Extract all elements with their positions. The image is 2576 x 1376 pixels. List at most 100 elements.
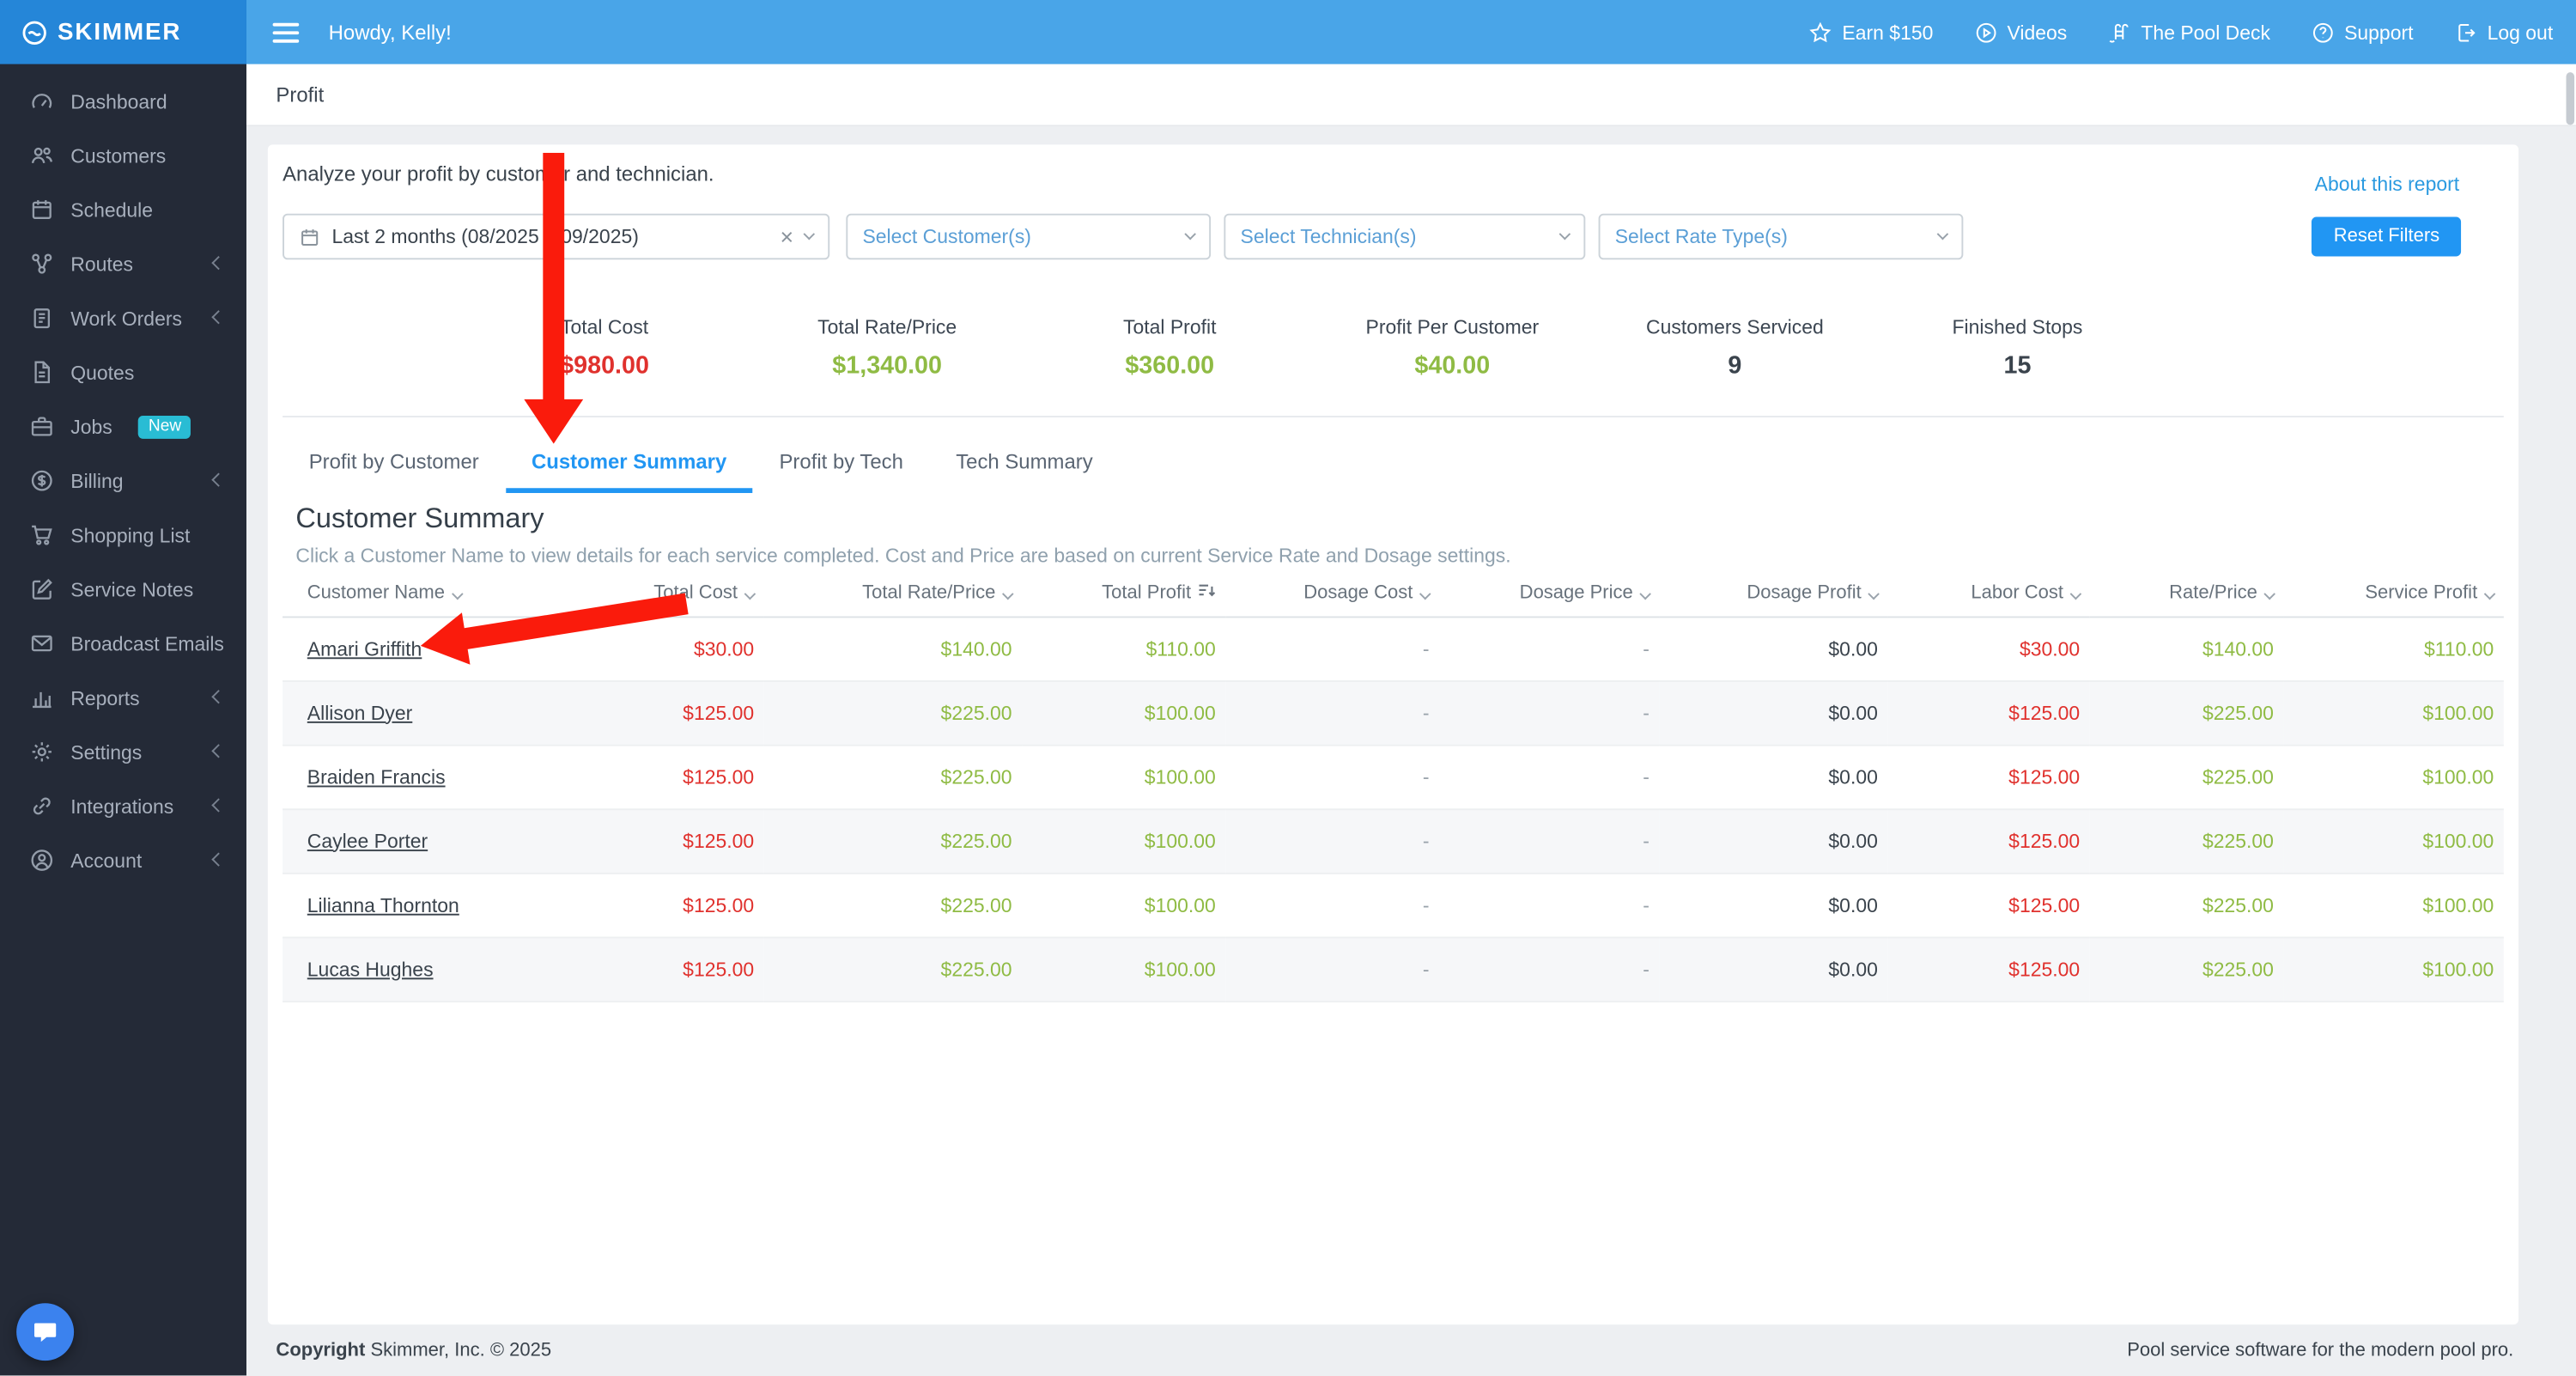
sort-caret-icon xyxy=(1639,588,1651,600)
customer-filter[interactable]: Select Customer(s) xyxy=(846,213,1212,260)
cell-total-cost: $125.00 xyxy=(578,808,764,874)
customer-name-link[interactable]: Amari Griffith xyxy=(307,636,422,660)
dashboard-icon xyxy=(28,88,55,114)
scrollbar[interactable] xyxy=(2566,72,2575,125)
technician-filter[interactable]: Select Technician(s) xyxy=(1224,213,1586,260)
cell-dosage-price: - xyxy=(1439,616,1660,682)
rate-type-filter[interactable]: Select Rate Type(s) xyxy=(1598,213,1964,260)
section-title: Customer Summary xyxy=(295,502,544,534)
broadcast-emails-icon xyxy=(28,630,55,657)
sidebar-item-integrations[interactable]: Integrations xyxy=(0,779,246,833)
reset-filters-button[interactable]: Reset Filters xyxy=(2312,216,2462,257)
question-circle-icon xyxy=(2312,21,2333,42)
service-notes-icon xyxy=(28,576,55,603)
tab-profit-by-tech[interactable]: Profit by Tech xyxy=(753,437,930,493)
col-dosage-price[interactable]: Dosage Price xyxy=(1439,569,1660,618)
tab-tech-summary[interactable]: Tech Summary xyxy=(930,437,1120,493)
sidebar-item-jobs[interactable]: Jobs New xyxy=(0,399,246,454)
sidebar-item-quotes[interactable]: Quotes xyxy=(0,345,246,399)
hamburger-menu-icon[interactable] xyxy=(272,21,300,42)
table-row: Lilianna Thornton $125.00 $225.00 $100.0… xyxy=(283,872,2504,938)
col-total-rate-price[interactable]: Total Rate/Price xyxy=(763,569,1023,618)
topbar-link-logout[interactable]: Log out xyxy=(2454,21,2553,44)
stat-value: $980.00 xyxy=(560,351,649,380)
new-badge: New xyxy=(138,415,191,438)
sidebar-item-reports[interactable]: Reports xyxy=(0,671,246,725)
chevron-left-icon xyxy=(211,744,226,758)
cell-total-rate-price: $225.00 xyxy=(763,680,1023,746)
col-total-profit[interactable]: Total Profit xyxy=(1022,569,1226,618)
sidebar-item-routes[interactable]: Routes xyxy=(0,237,246,291)
cell-dosage-cost: - xyxy=(1225,616,1440,682)
jobs-icon xyxy=(28,413,55,440)
col-dosage-profit[interactable]: Dosage Profit xyxy=(1659,569,1888,618)
sidebar-nav: Dashboard Customers Schedule Routes Work… xyxy=(0,64,246,888)
cell-rate-price: $225.00 xyxy=(2089,808,2284,874)
sidebar-item-customers[interactable]: Customers xyxy=(0,128,246,182)
cell-total-rate-price: $225.00 xyxy=(763,808,1023,874)
tab-profit-by-customer[interactable]: Profit by Customer xyxy=(283,437,505,493)
stat-label: Customers Serviced xyxy=(1646,315,1824,339)
sidebar-item-dashboard[interactable]: Dashboard xyxy=(0,74,246,128)
cell-rate-price: $225.00 xyxy=(2089,936,2284,1002)
sidebar-item-work-orders[interactable]: Work Orders xyxy=(0,291,246,345)
sort-caret-icon xyxy=(451,588,464,600)
cell-labor-cost: $125.00 xyxy=(1887,680,2090,746)
cell-dosage-price: - xyxy=(1439,808,1660,874)
stat-value: $40.00 xyxy=(1414,351,1491,380)
tab-customer-summary[interactable]: Customer Summary xyxy=(505,437,753,493)
sidebar-item-broadcast-emails[interactable]: Broadcast Emails xyxy=(0,616,246,670)
chevron-left-icon xyxy=(211,472,226,487)
chevron-left-icon xyxy=(211,256,226,271)
skimmer-logo[interactable]: SKIMMER xyxy=(0,0,246,64)
customer-name-link[interactable]: Lilianna Thornton xyxy=(307,893,459,916)
customer-name-link[interactable]: Allison Dyer xyxy=(307,701,413,724)
sidebar-item-settings[interactable]: Settings xyxy=(0,725,246,779)
chevron-down-icon xyxy=(803,228,816,240)
col-labor-cost[interactable]: Labor Cost xyxy=(1887,569,2090,618)
topbar: Howdy, Kelly! Earn $150 Videos The Pool … xyxy=(246,0,2576,64)
reports-icon xyxy=(28,685,55,711)
quotes-icon xyxy=(28,359,55,386)
sidebar-item-service-notes[interactable]: Service Notes xyxy=(0,562,246,616)
col-dosage-cost[interactable]: Dosage Cost xyxy=(1225,569,1440,618)
clear-icon[interactable]: × xyxy=(780,225,793,248)
cell-dosage-profit: $0.00 xyxy=(1659,744,1888,810)
star-icon xyxy=(1809,21,1832,42)
sidebar-item-account[interactable]: Account xyxy=(0,833,246,887)
table-row: Braiden Francis $125.00 $225.00 $100.00 … xyxy=(283,744,2504,810)
col-total-cost[interactable]: Total Cost xyxy=(578,569,764,618)
col-service-profit[interactable]: Service Profit xyxy=(2283,569,2504,618)
logout-icon xyxy=(2458,23,2476,41)
customer-name-link[interactable]: Braiden Francis xyxy=(307,765,446,788)
cell-dosage-profit: $0.00 xyxy=(1659,616,1888,682)
topbar-link-pool-deck[interactable]: The Pool Deck xyxy=(2108,21,2270,44)
table-header-row: Customer Name Total Cost Total Rate/Pric… xyxy=(283,569,2504,618)
topbar-link-videos[interactable]: Videos xyxy=(1974,21,2067,44)
customer-name-link[interactable]: Caylee Porter xyxy=(307,829,428,852)
topbar-link-earn[interactable]: Earn $150 xyxy=(1809,21,1933,44)
routes-icon xyxy=(28,251,55,277)
sidebar-item-label: Reports xyxy=(70,685,140,709)
sidebar-item-label: Work Orders xyxy=(70,306,182,330)
chevron-left-icon xyxy=(211,852,226,867)
cell-dosage-price: - xyxy=(1439,744,1660,810)
cell-rate-price: $225.00 xyxy=(2089,872,2284,938)
topbar-link-support[interactable]: Support xyxy=(2312,21,2413,44)
billing-icon xyxy=(28,467,55,494)
col-rate-price[interactable]: Rate/Price xyxy=(2089,569,2284,618)
customer-summary-table: Customer Name Total Cost Total Rate/Pric… xyxy=(283,569,2504,1002)
sidebar-item-shopping-list[interactable]: Shopping List xyxy=(0,508,246,562)
sidebar-item-label: Broadcast Emails xyxy=(70,631,224,655)
sidebar-item-billing[interactable]: Billing xyxy=(0,454,246,508)
customer-name-link[interactable]: Lucas Hughes xyxy=(307,957,434,980)
stat-value: $360.00 xyxy=(1125,351,1215,380)
col-customer-name[interactable]: Customer Name xyxy=(283,569,579,618)
date-range-filter[interactable]: Last 2 months (08/2025 – 09/2025) × xyxy=(283,213,830,260)
cell-total-rate-price: $225.00 xyxy=(763,872,1023,938)
about-report-link[interactable]: About this report xyxy=(2315,173,2459,196)
sort-caret-icon xyxy=(744,588,756,600)
stat-label: Total Rate/Price xyxy=(817,315,957,339)
sidebar-item-schedule[interactable]: Schedule xyxy=(0,182,246,236)
chat-widget-button[interactable] xyxy=(16,1303,75,1361)
